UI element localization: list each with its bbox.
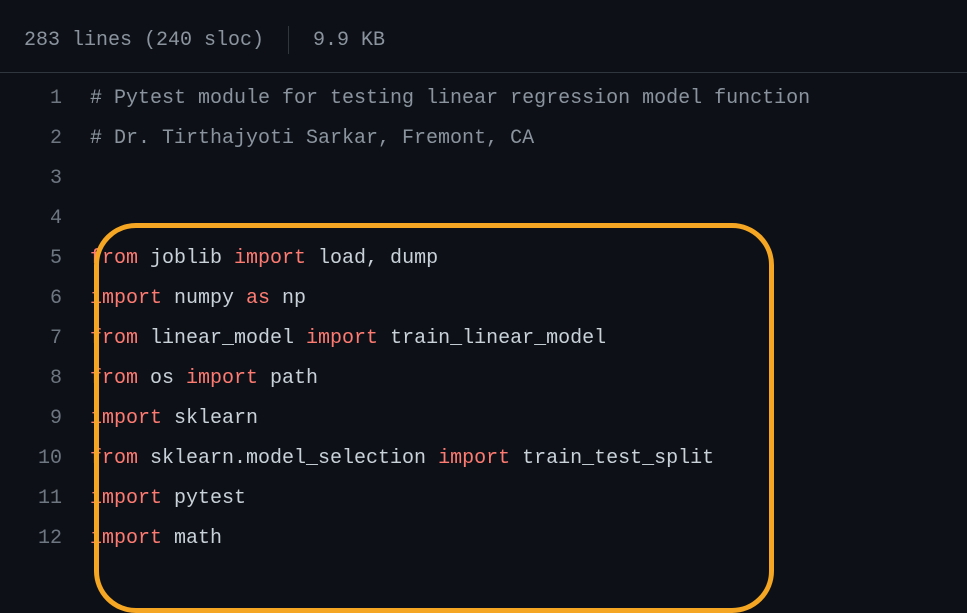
line-count: 283 lines (240 sloc): [24, 29, 284, 52]
code-line[interactable]: 2# Dr. Tirthajyoti Sarkar, Fremont, CA: [0, 119, 967, 159]
code-line[interactable]: 8from os import path: [0, 359, 967, 399]
code-content[interactable]: import numpy as np: [90, 279, 306, 319]
code-line[interactable]: 9import sklearn: [0, 399, 967, 439]
code-line[interactable]: 6import numpy as np: [0, 279, 967, 319]
line-number[interactable]: 11: [0, 479, 90, 519]
code-content[interactable]: import math: [90, 519, 222, 559]
line-number[interactable]: 10: [0, 439, 90, 479]
code-line[interactable]: 7from linear_model import train_linear_m…: [0, 319, 967, 359]
code-content[interactable]: import sklearn: [90, 399, 258, 439]
code-line[interactable]: 1# Pytest module for testing linear regr…: [0, 79, 967, 119]
code-content[interactable]: # Pytest module for testing linear regre…: [90, 79, 810, 119]
code-line[interactable]: 3: [0, 159, 967, 199]
line-number[interactable]: 6: [0, 279, 90, 319]
code-line[interactable]: 10from sklearn.model_selection import tr…: [0, 439, 967, 479]
code-line[interactable]: 11import pytest: [0, 479, 967, 519]
line-number[interactable]: 3: [0, 159, 90, 199]
code-line[interactable]: 12import math: [0, 519, 967, 559]
code-content[interactable]: from joblib import load, dump: [90, 239, 438, 279]
code-line[interactable]: 4: [0, 199, 967, 239]
line-number[interactable]: 1: [0, 79, 90, 119]
line-number[interactable]: 9: [0, 399, 90, 439]
file-size: 9.9 KB: [293, 29, 385, 52]
line-number[interactable]: 7: [0, 319, 90, 359]
code-content[interactable]: # Dr. Tirthajyoti Sarkar, Fremont, CA: [90, 119, 534, 159]
code-content[interactable]: from sklearn.model_selection import trai…: [90, 439, 714, 479]
code-content[interactable]: from os import path: [90, 359, 318, 399]
header-divider: [288, 26, 289, 54]
file-info-header: 283 lines (240 sloc) 9.9 KB: [0, 8, 967, 73]
line-number[interactable]: 2: [0, 119, 90, 159]
code-content[interactable]: from linear_model import train_linear_mo…: [90, 319, 606, 359]
code-content[interactable]: import pytest: [90, 479, 246, 519]
code-viewer[interactable]: 1# Pytest module for testing linear regr…: [0, 73, 967, 559]
line-number[interactable]: 12: [0, 519, 90, 559]
line-number[interactable]: 5: [0, 239, 90, 279]
code-line[interactable]: 5from joblib import load, dump: [0, 239, 967, 279]
line-number[interactable]: 8: [0, 359, 90, 399]
line-number[interactable]: 4: [0, 199, 90, 239]
